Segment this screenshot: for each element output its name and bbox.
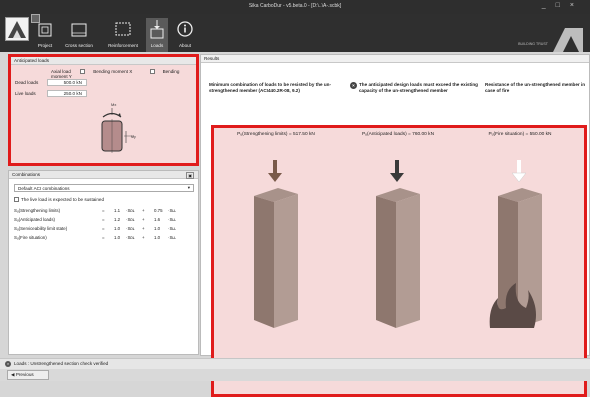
combo-factor: 1.2: [114, 217, 121, 222]
moment-x-label: Bending moment X: [93, 69, 133, 74]
diagram-side-label: My: [131, 135, 136, 139]
title-bar: Sika CarboDur - v5.beta.0 - [D:\..\A-.sc…: [0, 0, 590, 14]
status-text: Loads : Unstrengthened section check ver…: [14, 361, 109, 367]
collapse-icon[interactable]: ▣: [186, 172, 194, 179]
previous-label: Previous: [15, 372, 34, 377]
anticipated-loads-panel: Anticipated loads Axial load Bending mom…: [8, 54, 199, 166]
tab-about[interactable]: About: [174, 18, 196, 52]
tab-label: Loads: [150, 43, 164, 48]
combo-term: ·Sʟʟ: [168, 235, 176, 240]
window-title: Sika CarboDur - v5.beta.0 - [D:\..\A-.sc…: [248, 3, 342, 9]
tab-loads[interactable]: Loads: [146, 18, 168, 52]
close-button[interactable]: ×: [570, 2, 584, 9]
tab-label: About: [178, 43, 191, 48]
diagram-top-label: Mx: [111, 102, 116, 107]
combo-term: ·Sᴅʟ: [126, 226, 135, 231]
arrow-left-icon: ◀: [11, 372, 15, 377]
sustain-label: The live load is expected to be sustaine…: [21, 197, 104, 202]
combo-factor: 1.0: [154, 226, 161, 231]
sustain-checkbox[interactable]: [14, 197, 19, 203]
results-heading-1: Minimum combination of loads to be resis…: [209, 82, 331, 93]
combination-select-value: Default ACI combinations: [18, 186, 70, 191]
navigation-bar: ◀ Previous: [0, 369, 590, 381]
panel-title: Anticipated loads: [11, 57, 196, 65]
live-load-row: Live loads 250.0 kN: [15, 90, 87, 97]
results-heading-3: Resistance of the un-strengthened member…: [485, 82, 586, 93]
info-icon: [177, 21, 193, 37]
combo-term: ·Sʟʟ: [168, 226, 176, 231]
sustain-option[interactable]: The live load is expected to be sustaine…: [14, 197, 104, 203]
dead-load-input[interactable]: 500.0 kN: [47, 79, 87, 86]
moment-x-option[interactable]: Bending moment X: [80, 69, 140, 75]
combo-label: Sᵤ(Serviceability limit state): [14, 226, 68, 231]
combo-term: ·Sʟʟ: [168, 208, 176, 213]
column-label: Pᵤ(Fire situation) = 550.00 kN: [488, 132, 552, 137]
column-anticipated-illustration: [376, 160, 420, 328]
moment-y-checkbox[interactable]: [149, 69, 155, 75]
window-controls: _□×: [542, 2, 584, 9]
combo-factor: 0.75: [154, 208, 163, 213]
app-logo: [5, 17, 29, 41]
panel-title: Results: [201, 55, 589, 63]
combo-factor: 1.1: [114, 208, 121, 213]
tab-cross-section[interactable]: Cross section: [62, 18, 96, 52]
column-strengthening-illustration: [254, 160, 298, 328]
section-load-diagram: Mx My: [101, 102, 136, 153]
tab-project[interactable]: Project: [34, 18, 56, 52]
combo-factor: 1.6: [154, 217, 161, 222]
combo-factor: 1.0: [114, 226, 121, 231]
combo-term: ·Sᴅʟ: [126, 235, 135, 240]
live-load-label: Live loads: [15, 91, 36, 96]
results-panel: Results Minimum combination of loads to …: [200, 54, 590, 397]
combo-term: ·Sᴅʟ: [126, 208, 135, 213]
combination-select[interactable]: Default ACI combinations ▾: [14, 184, 194, 192]
cross-section-icon: [71, 23, 87, 37]
moment-x-checkbox[interactable]: [80, 69, 86, 75]
results-illustration-frame: Pᵤ(Strengthening limits) = 517.50 kN Pᵤ(…: [211, 125, 587, 397]
results-heading-2: × The anticipated design loads must exce…: [350, 82, 480, 94]
load-type-row: Axial load Bending moment X Bending mome…: [51, 69, 196, 79]
column-label: Pᵤ(Anticipated loads) = 760.00 kN: [361, 132, 435, 137]
combo-term: ·Sᴅʟ: [126, 217, 135, 222]
axial-load-label: Axial load: [51, 69, 71, 74]
combo-label: Sᵤ(Anticipated loads): [14, 217, 55, 222]
combo-term: ·Sʟʟ: [168, 217, 176, 222]
project-icon: [38, 23, 52, 37]
tab-label: Project: [37, 43, 53, 48]
results-heading-2-text: The anticipated design loads must exceed…: [359, 82, 478, 93]
dead-load-row: Dead loads 500.0 kN: [15, 79, 87, 86]
column-fire-illustration: [489, 160, 542, 328]
panel-title: Combinations ▣: [9, 171, 198, 179]
reinforcement-icon: [115, 22, 131, 36]
combinations-panel: Combinations ▣ Default ACI combinations …: [8, 170, 199, 355]
combo-factor: 1.0: [114, 235, 121, 240]
live-load-input[interactable]: 250.0 kN: [47, 90, 87, 97]
minimize-button[interactable]: _: [542, 2, 556, 9]
combinations-title: Combinations: [12, 172, 41, 177]
combo-label: Sᵤ(Fire situation): [14, 235, 47, 240]
tab-label: Reinforcement: [108, 43, 138, 48]
chevron-down-icon: ▾: [187, 185, 190, 190]
column-label: Pᵤ(Strengthening limits) = 517.50 kN: [237, 132, 315, 137]
maximize-button[interactable]: □: [556, 2, 570, 9]
loads-icon: [150, 20, 164, 39]
close-circle-icon: ×: [350, 82, 357, 89]
combo-factor: 1.0: [154, 235, 161, 240]
combo-label: Sᵤ(Strengthening limits): [14, 208, 61, 213]
ribbon: Project Cross section Reinforcement Load…: [0, 14, 590, 52]
brand-text: BUILDING TRUST: [518, 42, 548, 46]
tab-label: Cross section: [65, 43, 93, 48]
dead-load-label: Dead loads: [15, 80, 39, 85]
tab-reinforcement[interactable]: Reinforcement: [103, 18, 143, 52]
brand-logo: [553, 28, 583, 52]
close-circle-icon: ×: [5, 361, 11, 367]
previous-button[interactable]: ◀ Previous: [7, 370, 49, 380]
status-bar: × Loads : Unstrengthened section check ve…: [0, 358, 590, 369]
